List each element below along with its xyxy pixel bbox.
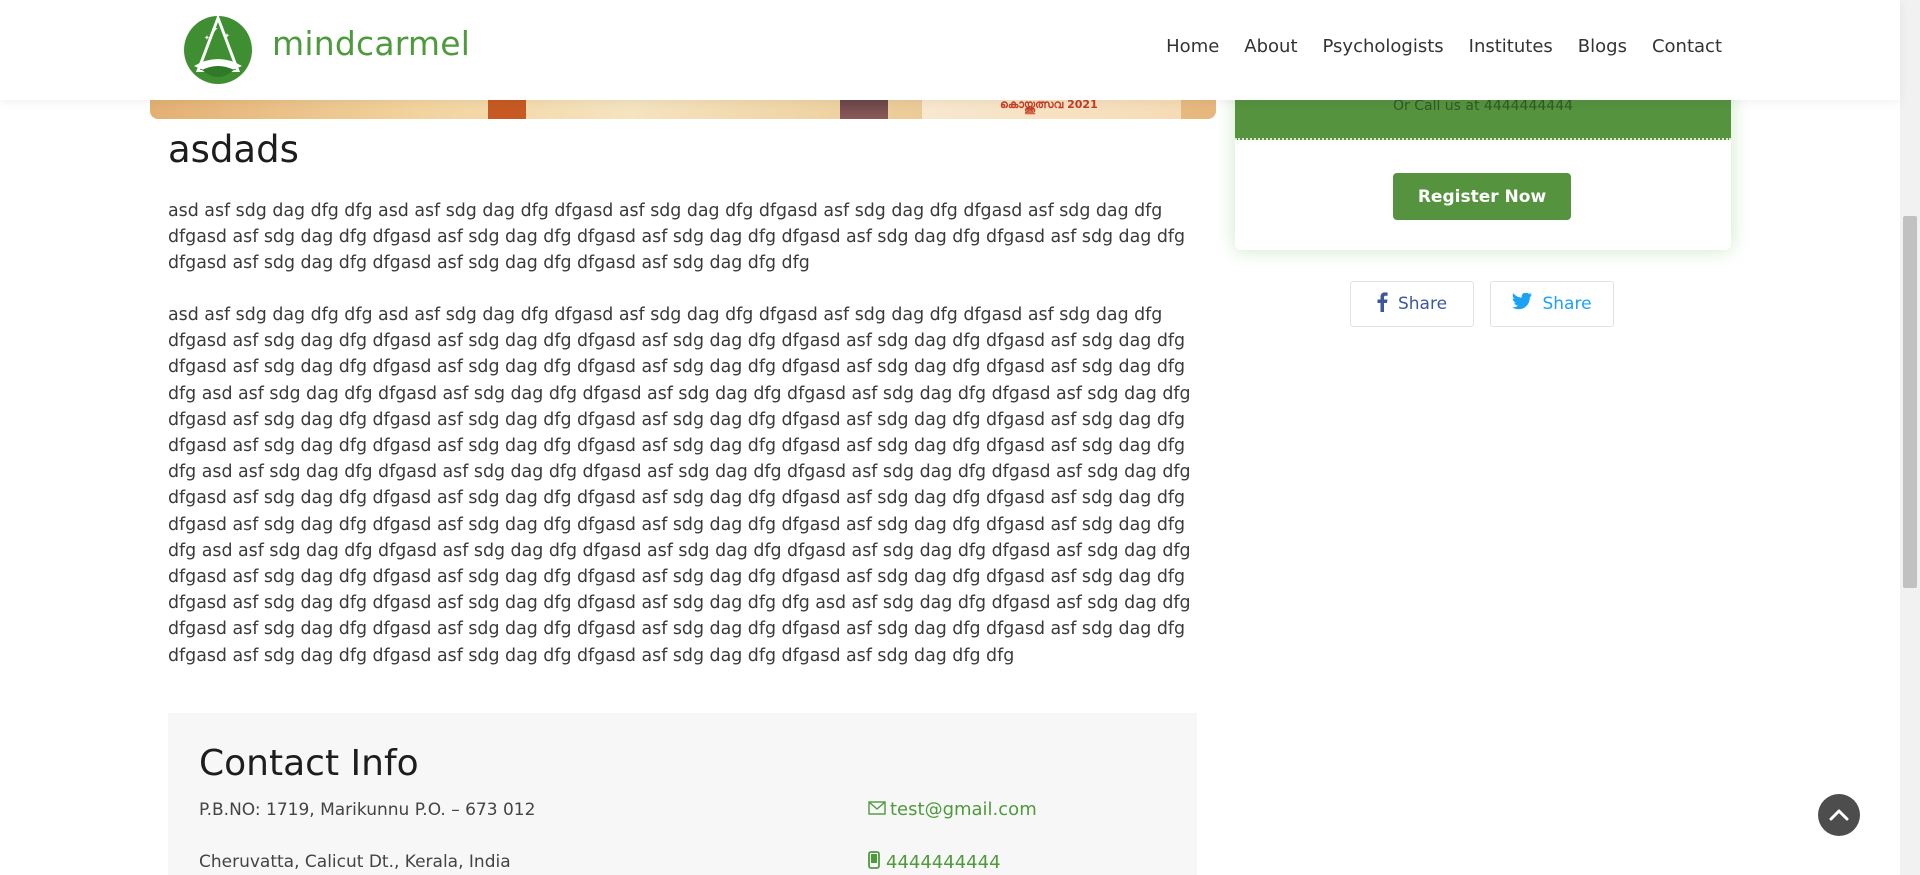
contact-heading: Contact Info	[199, 743, 419, 784]
address-line-1: P.B.NO: 1719, Marikunnu P.O. – 673 012	[199, 800, 536, 820]
logo-icon[interactable]: ✦ ✦ ✦	[180, 12, 256, 88]
facebook-icon	[1377, 291, 1388, 317]
nav-contact[interactable]: Contact	[1652, 36, 1722, 57]
scrollbar-thumb[interactable]	[1903, 216, 1917, 588]
nav-home[interactable]: Home	[1166, 36, 1219, 57]
svg-text:✦: ✦	[204, 34, 210, 42]
nav-psychologists[interactable]: Psychologists	[1323, 36, 1444, 57]
svg-text:✦: ✦	[224, 32, 230, 40]
register-now-button[interactable]: Register Now	[1393, 173, 1571, 220]
back-to-top-button[interactable]	[1818, 794, 1860, 836]
banner-text: കൊയ്ത്തുത്സവ 2021	[1000, 98, 1098, 111]
share-twitter-label: Share	[1542, 294, 1592, 314]
email-text[interactable]: test@gmail.com	[890, 799, 1037, 820]
phone-text[interactable]: 4444444444	[886, 852, 1001, 873]
main-nav: Home About Psychologists Institutes Blog…	[1166, 36, 1722, 57]
share-facebook-button[interactable]: Share	[1350, 281, 1474, 327]
article-paragraph: asd asf sdg dag dfg dfg asd asf sdg dag …	[168, 305, 1191, 666]
chevron-up-icon	[1829, 806, 1849, 825]
address-line-2: Cheruvatta, Calicut Dt., Kerala, India	[199, 852, 511, 872]
email-link[interactable]: test@gmail.com	[868, 799, 1037, 820]
brand-name[interactable]: mindcarmel	[272, 24, 470, 63]
nav-blogs[interactable]: Blogs	[1578, 36, 1627, 57]
nav-about[interactable]: About	[1244, 36, 1297, 57]
twitter-icon	[1512, 292, 1533, 315]
envelope-icon	[868, 799, 886, 820]
article-paragraph: asd asf sdg dag dfg dfg asd asf sdg dag …	[168, 201, 1186, 274]
share-twitter-button[interactable]: Share	[1490, 281, 1614, 327]
article-title: asdads	[168, 128, 299, 171]
share-facebook-label: Share	[1397, 294, 1448, 314]
call-text: Or Call us at 4444444444	[1392, 98, 1574, 114]
svg-text:✦: ✦	[211, 25, 219, 35]
site-header: ✦ ✦ ✦ mindcarmel Home About Psychologist…	[0, 0, 1900, 100]
contact-info-box: Contact Info P.B.NO: 1719, Marikunnu P.O…	[168, 713, 1197, 875]
page-scrollbar[interactable]	[1900, 0, 1920, 875]
mobile-icon	[868, 851, 880, 874]
phone-link[interactable]: 4444444444	[868, 851, 1001, 874]
nav-institutes[interactable]: Institutes	[1469, 36, 1553, 57]
